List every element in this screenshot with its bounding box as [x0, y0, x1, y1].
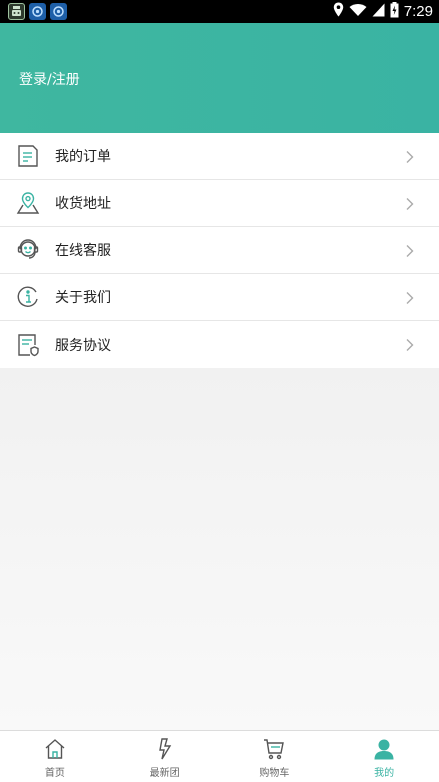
chevron-right-icon — [405, 337, 415, 351]
android-debug-icon — [8, 3, 25, 20]
menu-item-label: 服务协议 — [55, 337, 111, 354]
bottom-tab-bar: 首页 最新团 购物车 我的 — [0, 730, 439, 782]
tab-latest-group[interactable]: 最新团 — [110, 731, 220, 782]
menu-item-agreement[interactable]: 服务协议 — [0, 321, 439, 368]
tab-label: 我的 — [374, 768, 395, 779]
empty-content-area — [0, 368, 439, 730]
tab-home[interactable]: 首页 — [0, 731, 110, 782]
tab-mine[interactable]: 我的 — [329, 731, 439, 782]
chevron-right-icon — [405, 149, 415, 163]
status-bar: 7:29 — [0, 0, 439, 23]
tab-label: 最新团 — [149, 768, 180, 779]
chevron-right-icon — [405, 196, 415, 210]
location-pin-icon — [15, 190, 41, 216]
menu-item-label: 关于我们 — [55, 290, 111, 306]
battery-icon — [390, 1, 399, 22]
status-bar-notifications — [0, 3, 67, 20]
wifi-icon — [349, 2, 367, 21]
signal-icon — [372, 2, 385, 21]
login-register-link[interactable]: 登录/注册 — [19, 69, 80, 89]
chevron-right-icon — [405, 243, 415, 257]
status-bar-system: 7:29 — [333, 1, 439, 22]
tab-label: 首页 — [44, 768, 65, 779]
agreement-shield-icon — [15, 332, 41, 358]
menu-item-about[interactable]: 关于我们 — [0, 274, 439, 321]
menu-item-orders[interactable]: 我的订单 — [0, 133, 439, 180]
status-time: 7:29 — [403, 3, 433, 20]
tab-label: 购物车 — [259, 768, 290, 779]
app-icon — [29, 3, 46, 20]
info-icon — [15, 284, 41, 310]
home-icon — [43, 737, 67, 761]
user-icon — [372, 737, 396, 761]
menu-item-address[interactable]: 收货地址 — [0, 180, 439, 227]
profile-menu: 我的订单 收货地址 在线客服 关于我们 服务协议 — [0, 133, 439, 369]
tab-cart[interactable]: 购物车 — [220, 731, 330, 782]
app-icon — [50, 3, 67, 20]
location-icon — [333, 2, 344, 21]
headset-service-icon — [15, 237, 41, 263]
chevron-right-icon — [405, 290, 415, 304]
menu-item-customer-service[interactable]: 在线客服 — [0, 227, 439, 274]
menu-item-label: 收货地址 — [55, 196, 111, 212]
cart-icon — [262, 737, 286, 761]
order-list-icon — [15, 143, 41, 169]
lightning-icon — [153, 737, 177, 761]
menu-item-label: 我的订单 — [55, 149, 111, 165]
profile-header: 登录/注册 — [0, 23, 439, 133]
menu-item-label: 在线客服 — [55, 243, 111, 259]
